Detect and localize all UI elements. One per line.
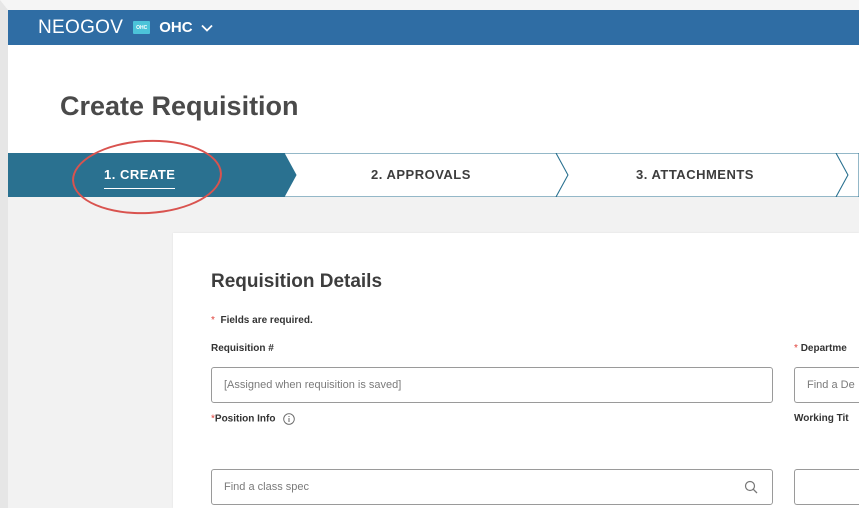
page-header: Create Requisition xyxy=(8,45,859,153)
step-attachments[interactable]: 3. ATTACHMENTS xyxy=(636,167,754,182)
top-navigation-bar: NEOGOV OHC OHC xyxy=(8,10,859,45)
required-asterisk: * xyxy=(211,315,215,326)
page-title: Create Requisition xyxy=(60,91,299,121)
working-title-input[interactable] xyxy=(794,469,859,505)
requisition-number-label: Requisition # xyxy=(211,343,274,354)
position-info-input[interactable]: Find a class spec xyxy=(211,469,773,505)
org-switcher-label[interactable]: OHC xyxy=(159,19,192,36)
required-asterisk: * xyxy=(794,343,798,354)
search-icon[interactable] xyxy=(744,480,758,494)
requisition-number-field[interactable]: [Assigned when requisition is saved] xyxy=(211,367,773,403)
info-icon[interactable] xyxy=(283,413,295,425)
working-title-label: Working Tit xyxy=(794,413,849,424)
position-info-label: *Position Info xyxy=(211,413,295,425)
requisition-details-card: Requisition Details * Fields are require… xyxy=(173,233,859,508)
required-note-text: Fields are required. xyxy=(220,315,313,326)
brand-logo[interactable]: NEOGOV xyxy=(38,17,123,39)
section-title: Requisition Details xyxy=(211,271,383,292)
position-info-placeholder: Find a class spec xyxy=(224,481,309,493)
required-note: * Fields are required. xyxy=(211,315,313,326)
chevron-down-icon[interactable] xyxy=(200,22,213,34)
step-approvals[interactable]: 2. APPROVALS xyxy=(371,167,471,182)
department-input[interactable]: Find a De xyxy=(794,367,859,403)
org-badge-icon: OHC xyxy=(133,21,151,34)
department-label-text: Departme xyxy=(800,343,847,354)
department-label: * Departme xyxy=(794,343,847,354)
position-info-label-text: Position Info xyxy=(214,413,276,425)
